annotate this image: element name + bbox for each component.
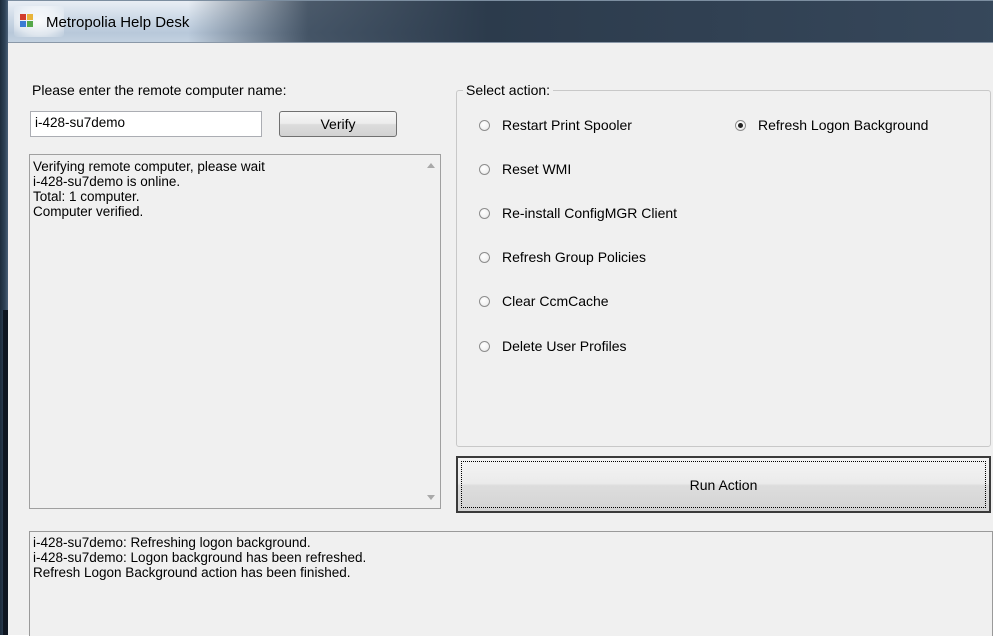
radio-label: Refresh Logon Background xyxy=(758,117,929,133)
output-log-textarea[interactable]: i-428-su7demo: Refreshing logon backgrou… xyxy=(29,531,993,636)
scroll-down-arrow-icon[interactable] xyxy=(427,495,435,500)
radio-reset-wmi[interactable]: Reset WMI xyxy=(479,161,571,177)
radio-button-icon[interactable] xyxy=(479,251,490,263)
radio-button-icon[interactable] xyxy=(479,295,490,307)
select-action-legend: Select action: xyxy=(463,82,554,98)
output-log-line: i-428-su7demo: Refreshing logon backgrou… xyxy=(33,535,311,550)
radio-refresh-group-policies[interactable]: Refresh Group Policies xyxy=(479,249,646,265)
radio-clear-ccmcache[interactable]: Clear CcmCache xyxy=(479,293,609,309)
select-action-group: Select action: xyxy=(456,82,991,447)
radio-label: Delete User Profiles xyxy=(502,338,627,354)
window-title: Metropolia Help Desk xyxy=(46,14,190,31)
title-bar[interactable]: Metropolia Help Desk xyxy=(8,0,993,43)
focus-rectangle xyxy=(461,461,986,508)
verify-log-scrollbar[interactable] xyxy=(423,155,440,508)
app-window-icon[interactable] xyxy=(20,14,34,28)
radio-label: Clear CcmCache xyxy=(502,293,609,309)
output-log-line: i-428-su7demo: Logon background has been… xyxy=(33,550,367,565)
output-log-line: Refresh Logon Background action has been… xyxy=(33,565,351,580)
radio-label: Reset WMI xyxy=(502,161,572,177)
verify-log-textarea[interactable]: Verifying remote computer, please wait i… xyxy=(29,154,441,509)
desktop-edge xyxy=(0,0,8,635)
radio-button-checked-icon[interactable] xyxy=(735,119,746,131)
title-glow: Metropolia Help Desk xyxy=(14,6,189,37)
radio-reinstall-configmgr-client[interactable]: Re-install ConfigMGR Client xyxy=(479,205,677,221)
radio-button-icon[interactable] xyxy=(479,163,490,175)
radio-button-icon[interactable] xyxy=(479,340,490,352)
verify-log-line: Computer verified. xyxy=(33,204,144,219)
help-desk-window: Metropolia Help Desk Please enter the re… xyxy=(8,0,993,636)
radio-label: Refresh Group Policies xyxy=(502,249,646,265)
verify-button[interactable]: Verify xyxy=(279,111,397,137)
radio-label: Re-install ConfigMGR Client xyxy=(502,205,678,221)
verify-log-line: Total: 1 computer. xyxy=(33,189,140,204)
verify-button-label: Verify xyxy=(320,116,356,132)
scroll-up-arrow-icon[interactable] xyxy=(427,163,435,168)
radio-button-icon[interactable] xyxy=(479,207,490,219)
radio-label: Restart Print Spooler xyxy=(502,117,632,133)
radio-refresh-logon-background[interactable]: Refresh Logon Background xyxy=(735,117,928,133)
verify-log-line: i-428-su7demo is online. xyxy=(33,174,181,189)
computer-name-label: Please enter the remote computer name: xyxy=(32,82,287,98)
computer-name-value: i-428-su7demo xyxy=(35,115,126,130)
client-area: Please enter the remote computer name: i… xyxy=(8,42,993,636)
computer-name-input[interactable]: i-428-su7demo xyxy=(30,111,262,137)
radio-restart-print-spooler[interactable]: Restart Print Spooler xyxy=(479,117,632,133)
verify-log-line: Verifying remote computer, please wait xyxy=(33,159,265,174)
radio-delete-user-profiles[interactable]: Delete User Profiles xyxy=(479,338,627,354)
radio-button-icon[interactable] xyxy=(479,119,490,131)
run-action-button[interactable]: Run Action xyxy=(456,456,991,513)
